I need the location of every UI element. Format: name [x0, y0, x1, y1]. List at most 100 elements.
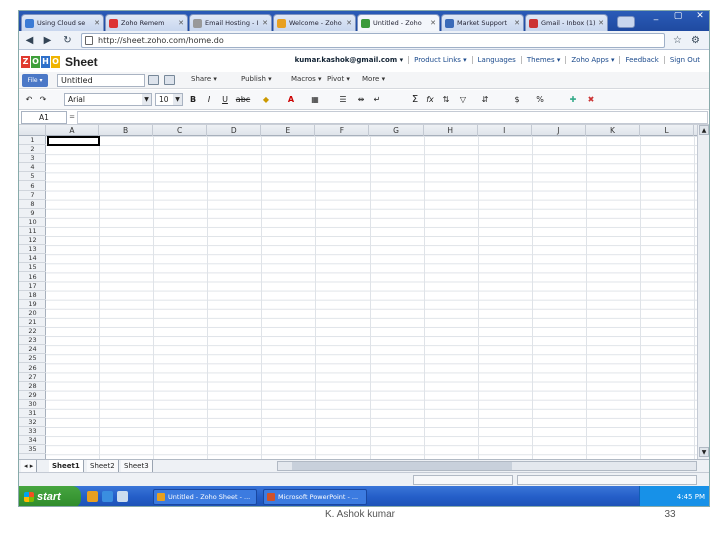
row-header[interactable]: 28 [19, 382, 46, 391]
font-color-icon[interactable]: A [285, 94, 297, 106]
row-header[interactable]: 16 [19, 273, 46, 282]
row-header[interactable]: 26 [19, 364, 46, 373]
horizontal-scrollbar[interactable] [277, 461, 697, 471]
forward-icon[interactable]: ▶ [41, 34, 54, 47]
column-header[interactable]: A [46, 125, 99, 136]
row-header[interactable]: 19 [19, 300, 46, 309]
column-header[interactable]: J [532, 125, 586, 136]
row-header[interactable]: 25 [19, 354, 46, 364]
spreadsheet-grid[interactable]: ABCDEFGHIJKL 1 2 3 4 5 6 7 8 9 10 11 12 13 14 15 16 17 18… [19, 125, 697, 459]
redo-icon[interactable]: ↷ [37, 94, 49, 106]
row-header[interactable]: 6 [19, 182, 46, 191]
column-header[interactable]: B [99, 125, 154, 136]
percent-icon[interactable]: % [534, 94, 546, 106]
row-header[interactable]: 12 [19, 236, 46, 246]
active-cell[interactable] [47, 136, 100, 146]
back-icon[interactable]: ◀ [23, 34, 36, 47]
taskbar-item-powerpoint[interactable]: Microsoft PowerPoint - ... [263, 489, 367, 505]
sort-desc-icon[interactable]: ⇵ [479, 94, 491, 106]
sheet-tab-sheet2[interactable]: Sheet2 [87, 460, 119, 472]
ie-quicklaunch-icon[interactable] [102, 491, 113, 502]
row-header[interactable]: 30 [19, 400, 46, 409]
sort-icon[interactable]: ⇅ [440, 94, 452, 106]
star-icon[interactable]: ☆ [671, 34, 684, 47]
product-links-menu[interactable]: Product Links ▾ [408, 56, 472, 64]
sheet-tab-sheet1[interactable]: Sheet1 [49, 460, 84, 472]
cell-reference-box[interactable]: A1 [21, 111, 67, 124]
browser-tab[interactable]: Gmail - Inbox (1) ✕ [525, 14, 608, 31]
share-menu[interactable]: Share ▾ [191, 75, 217, 83]
column-header[interactable]: F [315, 125, 370, 136]
select-all-corner[interactable] [19, 125, 46, 136]
row-header[interactable]: 2 [19, 145, 46, 155]
row-header[interactable]: 1 [19, 136, 46, 146]
scroll-up-icon[interactable]: ▲ [699, 125, 709, 135]
browser-tab[interactable]: Using Cloud se ✕ [21, 14, 104, 31]
more-menu[interactable]: More ▾ [362, 75, 385, 83]
languages-link[interactable]: Languages [471, 56, 521, 64]
vertical-scrollbar[interactable]: ▲ ▼ [697, 125, 709, 459]
row-header[interactable]: 31 [19, 409, 46, 419]
sheet-scroll-left-icon[interactable]: ◂ ▸ [21, 460, 38, 472]
close-tab-icon[interactable]: ✕ [94, 19, 100, 27]
row-header[interactable]: 21 [19, 318, 46, 328]
align-icon[interactable]: ☰ [337, 94, 349, 106]
row-header[interactable]: 17 [19, 282, 46, 291]
row-header[interactable]: 5 [19, 172, 46, 182]
formula-input[interactable] [77, 111, 708, 124]
themes-menu[interactable]: Themes ▾ [520, 56, 566, 64]
column-header[interactable]: G [370, 125, 424, 136]
browser-tab-active[interactable]: Untitled - Zoho ✕ [357, 14, 440, 31]
document-name-field[interactable]: Untitled [57, 74, 145, 87]
sheet-tab-sheet3[interactable]: Sheet3 [121, 460, 153, 472]
close-tab-icon[interactable]: ✕ [178, 19, 184, 27]
row-header[interactable]: 29 [19, 391, 46, 400]
row-header[interactable]: 24 [19, 345, 46, 355]
scroll-down-icon[interactable]: ▼ [699, 447, 709, 457]
row-header[interactable]: 20 [19, 309, 46, 318]
row-header[interactable]: 27 [19, 373, 46, 382]
new-tab-button[interactable] [617, 16, 635, 28]
browser-tab[interactable]: Email Hosting - I ✕ [189, 14, 272, 31]
filter-icon[interactable]: ▽ [457, 94, 469, 106]
bold-button[interactable]: B [187, 94, 199, 106]
maximize-button[interactable]: ▢ [667, 11, 689, 25]
close-window-button[interactable]: ✕ [689, 11, 709, 25]
address-bar[interactable]: http://sheet.zoho.com/home.do [81, 33, 665, 48]
row-header[interactable]: 23 [19, 336, 46, 346]
reload-icon[interactable]: ↻ [61, 34, 74, 47]
start-button[interactable]: start [19, 486, 81, 506]
zoho-apps-menu[interactable]: Zoho Apps ▾ [565, 56, 619, 64]
row-header[interactable]: 13 [19, 245, 46, 255]
insert-icon[interactable]: ✚ [567, 94, 579, 106]
save-icon[interactable] [148, 75, 159, 85]
row-header[interactable]: 3 [19, 154, 46, 164]
delete-icon[interactable]: ✖ [585, 94, 597, 106]
underline-button[interactable]: U [219, 94, 231, 106]
browser-quicklaunch-icon[interactable] [87, 491, 98, 502]
row-header[interactable]: 10 [19, 218, 46, 227]
close-tab-icon[interactable]: ✕ [598, 19, 604, 27]
merge-icon[interactable]: ⇹ [355, 94, 367, 106]
fill-color-icon[interactable]: ◆ [260, 94, 272, 106]
row-header[interactable]: 34 [19, 436, 46, 446]
italic-button[interactable]: I [203, 94, 215, 106]
row-header[interactable]: 14 [19, 254, 46, 264]
file-menu-button[interactable]: File ▾ [22, 74, 48, 87]
macros-menu[interactable]: Macros ▾ [291, 75, 322, 83]
column-header[interactable]: H [424, 125, 478, 136]
publish-menu[interactable]: Publish ▾ [241, 75, 272, 83]
column-header[interactable]: L [640, 125, 695, 136]
close-tab-icon[interactable]: ✕ [346, 19, 352, 27]
column-header[interactable]: E [261, 125, 316, 136]
font-size-select[interactable]: 10 ▼ [155, 93, 183, 106]
column-header[interactable]: D [207, 125, 262, 136]
cell-area[interactable] [46, 136, 697, 459]
function-button[interactable]: fx [424, 94, 436, 106]
browser-tab[interactable]: Zoho Remem ✕ [105, 14, 188, 31]
close-tab-icon[interactable]: ✕ [262, 19, 268, 27]
pivot-menu[interactable]: Pivot ▾ [327, 75, 350, 83]
undo-icon[interactable]: ↶ [23, 94, 35, 106]
taskbar-item-browser[interactable]: Untitled - Zoho Sheet - ... [153, 489, 257, 505]
sum-button[interactable]: Σ [409, 94, 421, 106]
